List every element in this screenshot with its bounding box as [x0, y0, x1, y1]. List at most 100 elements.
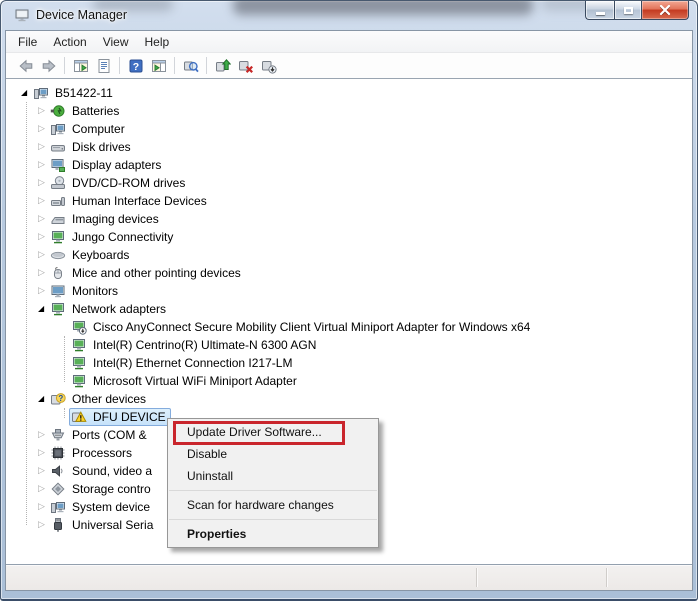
expander-collapsed-icon[interactable]: ▷ — [38, 177, 50, 189]
expander-expanded-icon[interactable]: ◢ — [21, 87, 33, 99]
statusbar-separator — [476, 568, 477, 587]
maximize-button[interactable] — [614, 1, 642, 20]
tree-row: ▷DVD/CD-ROM drives — [6, 174, 692, 192]
sound-icon — [50, 463, 66, 479]
expander-collapsed-icon[interactable]: ▷ — [38, 159, 50, 171]
expander-expanded-icon[interactable]: ◢ — [38, 393, 50, 405]
uninstall-button[interactable] — [234, 55, 257, 77]
context-menu-item-uninstall[interactable]: Uninstall — [168, 465, 378, 487]
back-icon — [18, 58, 34, 74]
expander-collapsed-icon[interactable]: ▷ — [38, 483, 50, 495]
network-adapter-disabled-icon — [71, 319, 87, 335]
tree-item-label: Ports (COM & — [70, 427, 149, 443]
tree-item-label: Computer — [70, 121, 127, 137]
context-menu-item-disable[interactable]: Disable — [168, 443, 378, 465]
tree-item[interactable]: Intel(R) Centrino(R) Ultimate-N 6300 AGN — [71, 337, 318, 353]
menu-help[interactable]: Help — [137, 32, 178, 52]
tree-row: Cisco AnyConnect Secure Mobility Client … — [6, 318, 692, 336]
tree-item-label: Cisco AnyConnect Secure Mobility Client … — [91, 319, 532, 335]
context-menu-item-scan-for-hardware-changes[interactable]: Scan for hardware changes — [168, 494, 378, 516]
expander-collapsed-icon[interactable]: ▷ — [38, 447, 50, 459]
tree-row: ◢Network adapters — [6, 300, 692, 318]
update-driver-button[interactable] — [211, 55, 234, 77]
tree-item-label: DFU DEVICE — [91, 409, 168, 425]
storage-icon — [50, 481, 66, 497]
tree-item[interactable]: System device — [50, 499, 152, 515]
expander-collapsed-icon[interactable]: ▷ — [38, 267, 50, 279]
expander-collapsed-icon[interactable]: ▷ — [38, 465, 50, 477]
tree-item[interactable]: Display adapters — [50, 157, 163, 173]
tree-row: ▷Disk drives — [6, 138, 692, 156]
tree-item-label: Other devices — [70, 391, 148, 407]
menu-action[interactable]: Action — [45, 32, 94, 52]
forward-button[interactable] — [37, 55, 60, 77]
scan-hardware-changes-button[interactable] — [179, 55, 202, 77]
tree-item-label: Sound, video a — [70, 463, 154, 479]
expander-collapsed-icon[interactable]: ▷ — [38, 501, 50, 513]
expander-collapsed-icon[interactable]: ▷ — [38, 213, 50, 225]
toolbar-separator — [206, 57, 207, 74]
properties-button[interactable] — [92, 55, 115, 77]
disable-button[interactable] — [257, 55, 280, 77]
tree-item[interactable]: Keyboards — [50, 247, 131, 263]
expander-collapsed-icon[interactable]: ▷ — [38, 105, 50, 117]
tree-item[interactable]: Cisco AnyConnect Secure Mobility Client … — [71, 319, 532, 335]
tree-item[interactable]: B51422-11 — [33, 85, 115, 101]
context-menu-item-properties[interactable]: Properties — [168, 523, 378, 545]
close-button[interactable] — [642, 1, 689, 20]
tree-row: ▷Keyboards — [6, 246, 692, 264]
tree-item[interactable]: DVD/CD-ROM drives — [50, 175, 187, 191]
tree-row: Microsoft Virtual WiFi Miniport Adapter — [6, 372, 692, 390]
menu-file[interactable]: File — [10, 32, 45, 52]
help-button[interactable]: ? — [124, 55, 147, 77]
tree-item[interactable]: Monitors — [50, 283, 120, 299]
svg-text:?: ? — [58, 394, 63, 403]
red-annotation-box — [173, 421, 345, 445]
tree-item[interactable]: Processors — [50, 445, 134, 461]
tree-item-selected[interactable]: DFU DEVICE — [69, 408, 171, 426]
tree-item-label: Batteries — [70, 103, 121, 119]
tree-item-label: Monitors — [70, 283, 120, 299]
tree-item[interactable]: Batteries — [50, 103, 121, 119]
show-action-pane-button[interactable] — [147, 55, 170, 77]
show-console-tree-button[interactable] — [69, 55, 92, 77]
usb-icon — [50, 517, 66, 533]
close-icon — [659, 5, 671, 15]
expander-collapsed-icon[interactable]: ▷ — [38, 123, 50, 135]
keyboard-icon — [50, 247, 66, 263]
expander-collapsed-icon[interactable]: ▷ — [38, 249, 50, 261]
tree-item[interactable]: Network adapters — [50, 301, 168, 317]
tree-item[interactable]: Computer — [50, 121, 127, 137]
expander-collapsed-icon[interactable]: ▷ — [38, 141, 50, 153]
tree-item[interactable]: Jungo Connectivity — [50, 229, 175, 245]
expander-collapsed-icon[interactable]: ▷ — [38, 195, 50, 207]
processor-icon — [50, 445, 66, 461]
tree-item[interactable]: Storage contro — [50, 481, 153, 497]
dvd-drive-icon — [50, 175, 66, 191]
tree-item[interactable]: Ports (COM & — [50, 427, 149, 443]
tree-item[interactable]: Sound, video a — [50, 463, 154, 479]
toolbar-separator — [64, 57, 65, 74]
tree-item[interactable]: Mice and other pointing devices — [50, 265, 243, 281]
tree-item[interactable]: Imaging devices — [50, 211, 161, 227]
expander-collapsed-icon[interactable]: ▷ — [38, 285, 50, 297]
statusbar — [6, 564, 692, 590]
back-button[interactable] — [14, 55, 37, 77]
tree-row: ▷Human Interface Devices — [6, 192, 692, 210]
tree-item[interactable]: Human Interface Devices — [50, 193, 209, 209]
tree-item-label: Intel(R) Ethernet Connection I217-LM — [91, 355, 294, 371]
tree-item[interactable]: Microsoft Virtual WiFi Miniport Adapter — [71, 373, 299, 389]
tree-item[interactable]: ? Other devices — [50, 391, 148, 407]
menu-view[interactable]: View — [95, 32, 137, 52]
tree-row: ▷ Computer — [6, 120, 692, 138]
expander-collapsed-icon[interactable]: ▷ — [38, 519, 50, 531]
expander-expanded-icon[interactable]: ◢ — [38, 303, 50, 315]
tree-item[interactable]: Intel(R) Ethernet Connection I217-LM — [71, 355, 294, 371]
expander-collapsed-icon[interactable]: ▷ — [38, 231, 50, 243]
tree-item[interactable]: Disk drives — [50, 139, 133, 155]
mouse-icon — [50, 265, 66, 281]
expander-collapsed-icon[interactable]: ▷ — [38, 429, 50, 441]
show-action-pane-icon — [151, 58, 167, 74]
tree-item[interactable]: Universal Seria — [50, 517, 155, 533]
minimize-button[interactable] — [585, 1, 614, 20]
